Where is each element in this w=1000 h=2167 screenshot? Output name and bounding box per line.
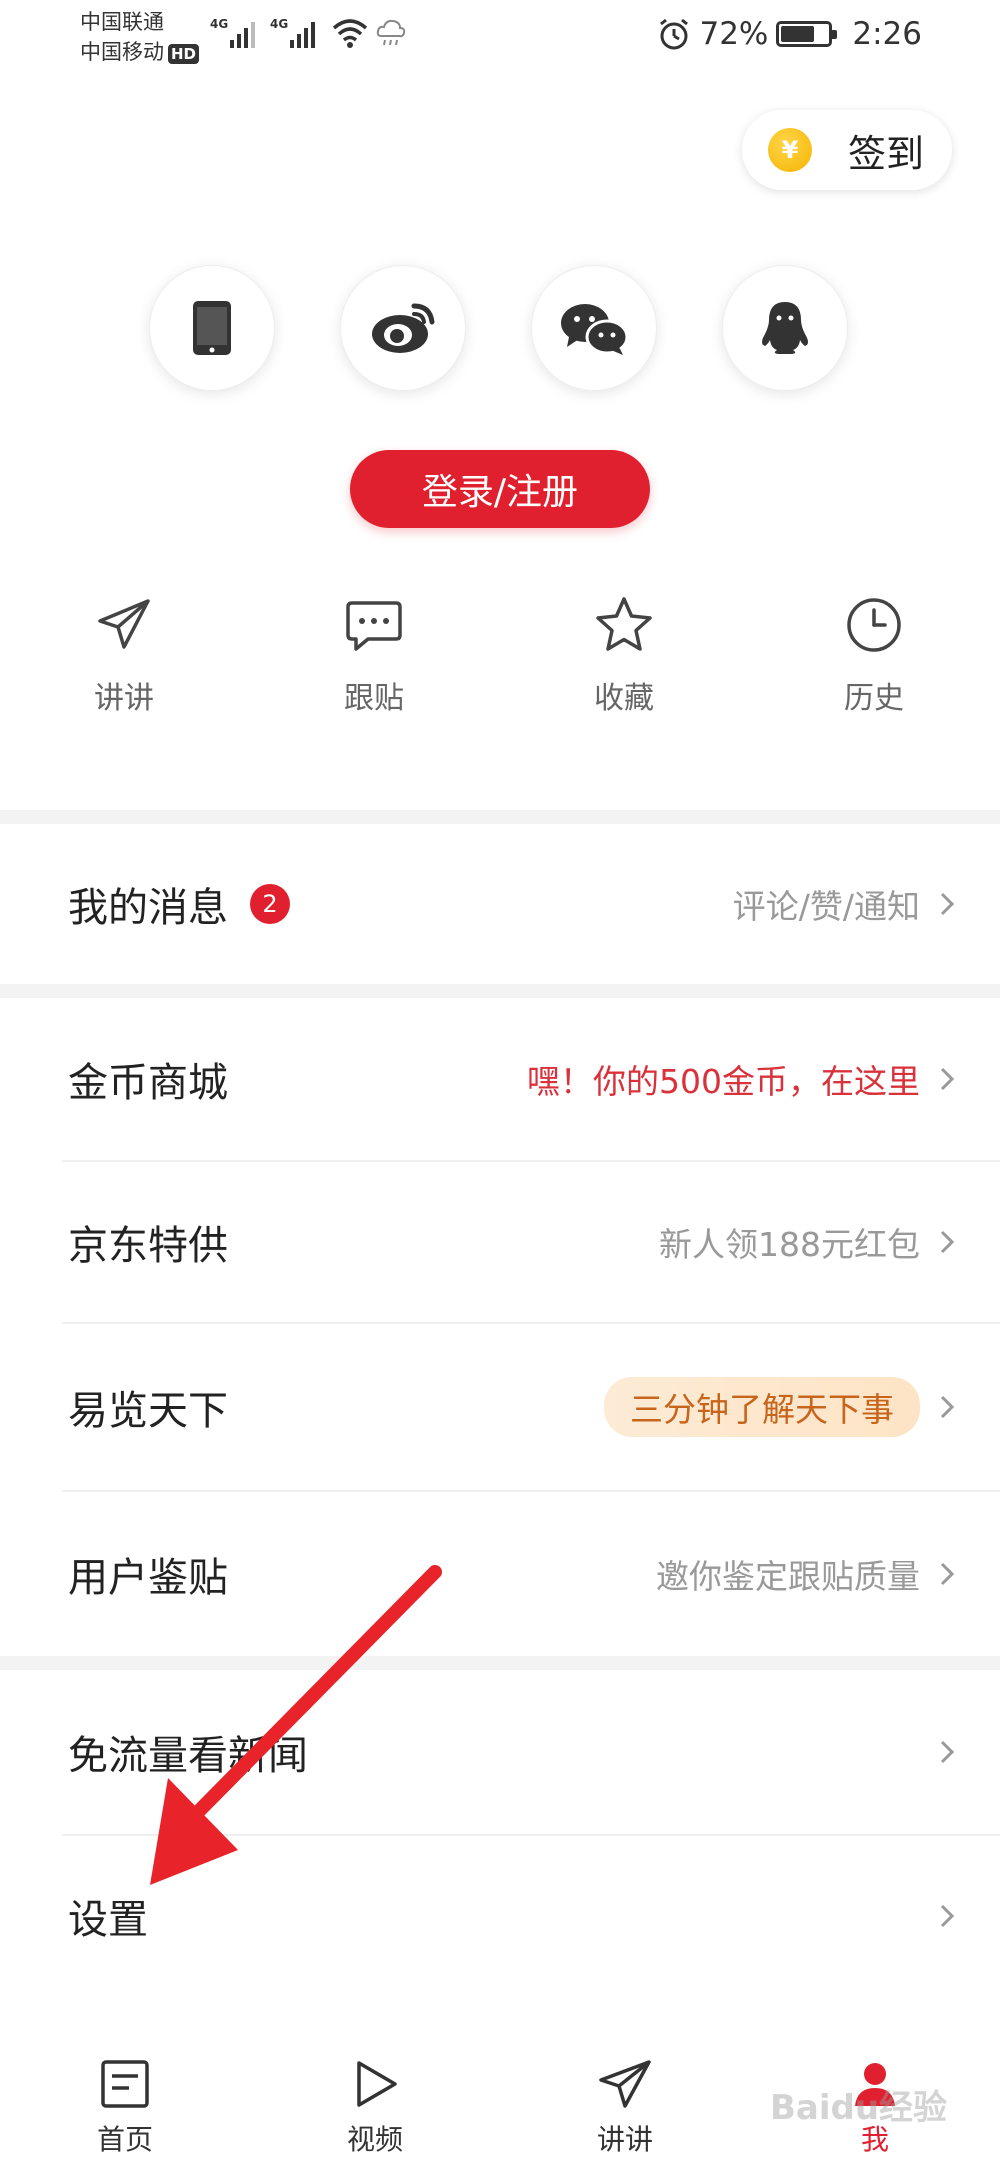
chevron-right-icon — [940, 1562, 955, 1586]
carrier-1: 中国联通 — [80, 10, 164, 34]
menu-row-detail: 新人领188元红包 — [659, 1225, 920, 1264]
menu-row-detail: 嘿！你的500金币，在这里 — [527, 1062, 920, 1101]
bottom-navigation: 首页 视频 讲讲 我 Baidu经验 — [0, 2040, 1000, 2167]
menu-row-messages[interactable]: 我的消息 2 评论/赞/通知 — [0, 824, 1000, 984]
wifi-icon — [332, 19, 368, 48]
unread-badge: 2 — [250, 884, 290, 924]
weibo-login-button[interactable] — [340, 265, 466, 391]
svg-text:4G: 4G — [270, 17, 288, 31]
chevron-right-icon — [940, 1395, 955, 1419]
paper-plane-icon — [98, 599, 150, 649]
comment-icon — [346, 601, 402, 651]
quick-action-shoucang[interactable]: 收藏 — [524, 595, 724, 717]
section-divider — [0, 810, 1000, 824]
clock-icon — [847, 598, 901, 652]
menu-row-detail: 评论/赞/通知 — [732, 887, 920, 926]
status-right: 72% 2:26 — [657, 14, 922, 54]
menu-row-detail: 邀你鉴定跟贴质量 — [656, 1557, 920, 1596]
qq-icon — [762, 302, 808, 354]
cloud-icon — [376, 19, 406, 46]
menu-row-settings[interactable]: 设置 — [0, 1836, 1000, 1996]
signal-icon-2: 4G — [270, 17, 315, 48]
nav-label: 首页 — [96, 2123, 153, 2156]
menu-row-title: 金币商城 — [68, 1060, 228, 1106]
wechat-icon — [561, 304, 629, 355]
quick-action-label: 历史 — [844, 681, 904, 716]
quick-action-lishi[interactable]: 历史 — [774, 595, 974, 717]
nav-jiangjiang[interactable]: 讲讲 — [545, 2058, 705, 2158]
star-icon — [596, 597, 652, 651]
svg-text:4G: 4G — [210, 17, 228, 31]
chevron-right-icon — [940, 1067, 955, 1091]
signal-icon-1: 4G — [210, 17, 255, 48]
quick-action-label: 跟贴 — [344, 681, 404, 716]
nav-home[interactable]: 首页 — [45, 2058, 205, 2158]
menu-row-title: 京东特供 — [68, 1223, 228, 1269]
signin-button[interactable]: ¥ 签到 — [742, 110, 952, 190]
chevron-right-icon — [940, 1740, 955, 1764]
menu-row-title: 我的消息 — [68, 885, 228, 931]
menu-row-jd[interactable]: 京东特供 新人领188元红包 — [0, 1162, 1000, 1322]
chevron-right-icon — [940, 1904, 955, 1928]
carrier-2: 中国移动 HD — [80, 36, 200, 66]
menu-row-jiantie[interactable]: 用户鉴贴 邀你鉴定跟贴质量 — [0, 1492, 1000, 1656]
nav-video[interactable]: 视频 — [295, 2058, 455, 2158]
menu-row-yilan[interactable]: 易览天下 三分钟了解天下事 — [0, 1324, 1000, 1490]
quick-action-label: 收藏 — [594, 681, 654, 716]
status-bar: 中国联通 中国移动 HD 4G 4G 72% 2:26 — [0, 0, 1000, 70]
nav-label: 讲讲 — [596, 2123, 653, 2156]
quick-action-gentie[interactable]: 跟贴 — [274, 595, 474, 717]
qq-login-button[interactable] — [722, 265, 848, 391]
login-register-button[interactable]: 登录/注册 — [350, 450, 650, 528]
signin-label: 签到 — [848, 131, 925, 176]
play-icon — [357, 2061, 397, 2107]
wechat-login-button[interactable] — [531, 265, 657, 391]
battery-percent: 72% — [699, 16, 769, 52]
weibo-icon — [372, 303, 435, 353]
phone-icon — [193, 301, 231, 355]
chevron-right-icon — [940, 1230, 955, 1254]
menu-row-title: 用户鉴贴 — [68, 1555, 228, 1601]
menu-row-coin-mall[interactable]: 金币商城 嘿！你的500金币，在这里 — [0, 998, 1000, 1160]
clock-time: 2:26 — [852, 16, 922, 52]
menu-row-title: 易览天下 — [68, 1388, 228, 1434]
menu-row-title: 免流量看新闻 — [68, 1733, 308, 1779]
alarm-icon — [660, 18, 689, 50]
chevron-right-icon — [940, 892, 955, 916]
quick-action-label: 讲讲 — [94, 681, 154, 716]
section-divider — [0, 984, 1000, 998]
menu-row-detail: 三分钟了解天下事 — [604, 1377, 920, 1437]
battery-icon — [776, 21, 838, 47]
menu-row-free-data[interactable]: 免流量看新闻 — [0, 1670, 1000, 1834]
watermark: Baidu经验 — [770, 2088, 948, 2128]
menu-row-title: 设置 — [68, 1897, 148, 1943]
nav-label: 视频 — [346, 2123, 403, 2156]
paper-plane-icon — [599, 2060, 651, 2108]
quick-action-jiangjiang[interactable]: 讲讲 — [24, 595, 224, 717]
hd-badge: HD — [168, 44, 200, 64]
phone-login-button[interactable] — [149, 265, 275, 391]
home-icon — [101, 2060, 149, 2108]
section-divider — [0, 1656, 1000, 1670]
gold-coin-icon: ¥ — [768, 128, 812, 172]
